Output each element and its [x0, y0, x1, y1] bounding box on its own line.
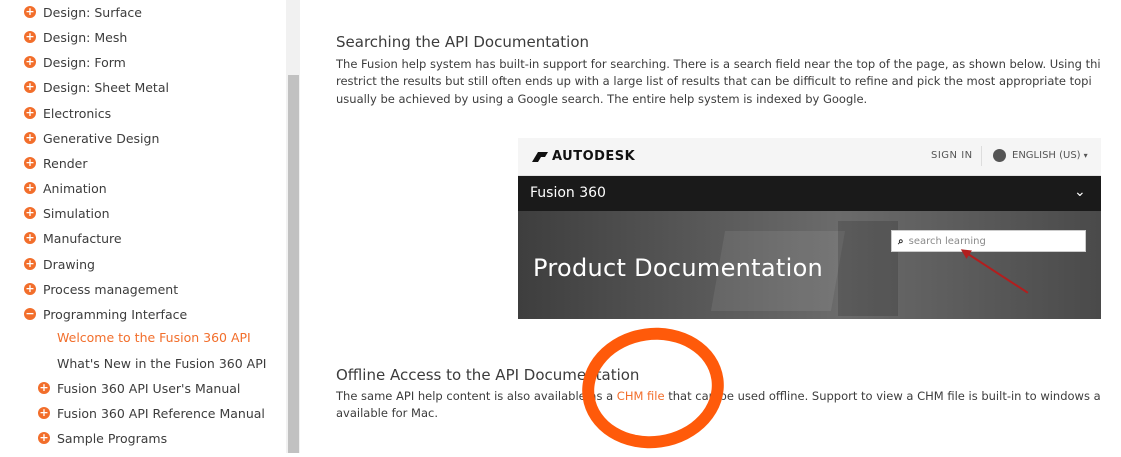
product-title: Fusion 360: [530, 185, 606, 201]
plus-circle-icon: +: [38, 431, 50, 444]
nav-item-manufacture[interactable]: + Manufacture: [24, 228, 122, 248]
nav-label: Drawing: [43, 256, 95, 272]
paragraph-line: The Fusion help system has built-in supp…: [336, 57, 1101, 71]
nav-label: Fusion 360 API User's Manual: [57, 380, 241, 396]
plus-circle-icon: +: [38, 406, 50, 419]
hero-banner: Product Documentation ⌕ search learning: [518, 211, 1101, 319]
product-bar: Fusion 360 ⌄: [518, 176, 1101, 211]
chm-file-link[interactable]: CHM file: [617, 389, 665, 403]
nav-label: Design: Sheet Metal: [43, 79, 169, 95]
nav-label: Design: Surface: [43, 4, 142, 20]
plus-circle-icon: +: [24, 106, 36, 119]
nav-label: Sample Programs: [57, 430, 168, 446]
search-placeholder: search learning: [908, 235, 986, 247]
plus-circle-icon: +: [24, 131, 36, 144]
plus-circle-icon: +: [24, 5, 36, 18]
nav-label: Manufacture: [43, 230, 122, 246]
nav-item-process-management[interactable]: + Process management: [24, 279, 178, 299]
nav-item-design-mesh[interactable]: + Design: Mesh: [24, 27, 127, 47]
sidebar-nav: + Design: Surface + Design: Mesh + Design: …: [0, 0, 286, 453]
nav-subitem-reference-manual[interactable]: + Fusion 360 API Reference Manual: [38, 403, 265, 423]
plus-circle-icon: +: [24, 231, 36, 244]
nav-item-animation[interactable]: + Animation: [24, 178, 107, 198]
plus-circle-icon: +: [24, 80, 36, 93]
nav-label: Programming Interface: [43, 306, 188, 322]
search-screenshot-image: AUTODESK SIGN IN ENGLISH (US) ▾ Fusion 3…: [518, 138, 1101, 319]
paragraph-text: The same API help content is also availa…: [336, 389, 617, 403]
hero-person-shape: [838, 221, 898, 316]
paragraph-line: usually be achieved by using a Google se…: [336, 92, 868, 106]
section-heading-searching: Searching the API Documentation: [336, 33, 590, 51]
brand-text: AUTODESK: [552, 149, 636, 164]
chevron-down-icon: ⌄: [1074, 184, 1086, 200]
main-content: Searching the API Documentation The Fusi…: [300, 0, 1121, 453]
nav-label: Render: [43, 155, 88, 171]
nav-subitem-sample-programs[interactable]: + Sample Programs: [38, 428, 167, 448]
nav-item-electronics[interactable]: + Electronics: [24, 103, 111, 123]
nav-label: Design: Mesh: [43, 29, 128, 45]
sign-in-link: SIGN IN: [931, 150, 973, 161]
language-selector: ENGLISH (US) ▾: [993, 149, 1088, 162]
paragraph-line: available for Mac.: [336, 406, 438, 420]
nav-label: Simulation: [43, 205, 110, 221]
autodesk-logo-icon: [532, 151, 548, 162]
paragraph-line: restrict the results but still often end…: [336, 74, 1092, 88]
paragraph-line: The same API help content is also availa…: [336, 388, 1101, 405]
plus-circle-icon: +: [24, 206, 36, 219]
divider: [981, 146, 982, 166]
plus-circle-icon: +: [38, 381, 50, 394]
nav-item-design-sheet-metal[interactable]: + Design: Sheet Metal: [24, 77, 169, 97]
nav-subitem-welcome[interactable]: Welcome to the Fusion 360 API: [57, 327, 251, 347]
nav-label: Animation: [43, 180, 107, 196]
hero-title: Product Documentation: [533, 254, 824, 282]
nav-item-design-form[interactable]: + Design: Form: [24, 52, 126, 72]
nav-label: What's New in the Fusion 360 API: [57, 355, 267, 371]
nav-item-simulation[interactable]: + Simulation: [24, 203, 110, 223]
nav-label: Electronics: [43, 105, 112, 121]
section-heading-offline: Offline Access to the API Documentation: [336, 366, 640, 384]
plus-circle-icon: +: [24, 257, 36, 270]
plus-circle-icon: +: [24, 55, 36, 68]
autodesk-logo: AUTODESK: [532, 149, 635, 164]
nav-label: Design: Form: [43, 54, 126, 70]
sidebar-scrollbar-thumb[interactable]: [288, 75, 299, 453]
nav-item-design-surface[interactable]: + Design: Surface: [24, 2, 142, 22]
screenshot-header: AUTODESK SIGN IN ENGLISH (US) ▾: [518, 138, 1101, 176]
plus-circle-icon: +: [24, 30, 36, 43]
nav-item-programming-interface[interactable]: − Programming Interface: [24, 304, 187, 324]
caret-down-icon: ▾: [1083, 151, 1088, 160]
nav-item-render[interactable]: + Render: [24, 153, 88, 173]
nav-label: Fusion 360 API Reference Manual: [57, 405, 265, 421]
nav-subitem-whats-new[interactable]: What's New in the Fusion 360 API: [57, 353, 266, 373]
red-arrow-line: [964, 251, 1029, 294]
search-field: ⌕ search learning: [891, 230, 1086, 252]
language-label: ENGLISH (US): [1012, 150, 1081, 161]
plus-circle-icon: +: [24, 181, 36, 194]
nav-item-drawing[interactable]: + Drawing: [24, 254, 95, 274]
globe-icon: [993, 149, 1006, 162]
nav-label: Generative Design: [43, 130, 160, 146]
nav-label: Process management: [43, 281, 179, 297]
paragraph-text: that can be used offline. Support to vie…: [664, 389, 1101, 403]
plus-circle-icon: +: [24, 282, 36, 295]
nav-subitem-users-manual[interactable]: + Fusion 360 API User's Manual: [38, 378, 240, 398]
nav-item-generative-design[interactable]: + Generative Design: [24, 128, 159, 148]
search-icon: ⌕: [898, 235, 904, 247]
minus-circle-icon: −: [24, 307, 36, 320]
plus-circle-icon: +: [24, 156, 36, 169]
nav-label: Welcome to the Fusion 360 API: [57, 329, 251, 345]
